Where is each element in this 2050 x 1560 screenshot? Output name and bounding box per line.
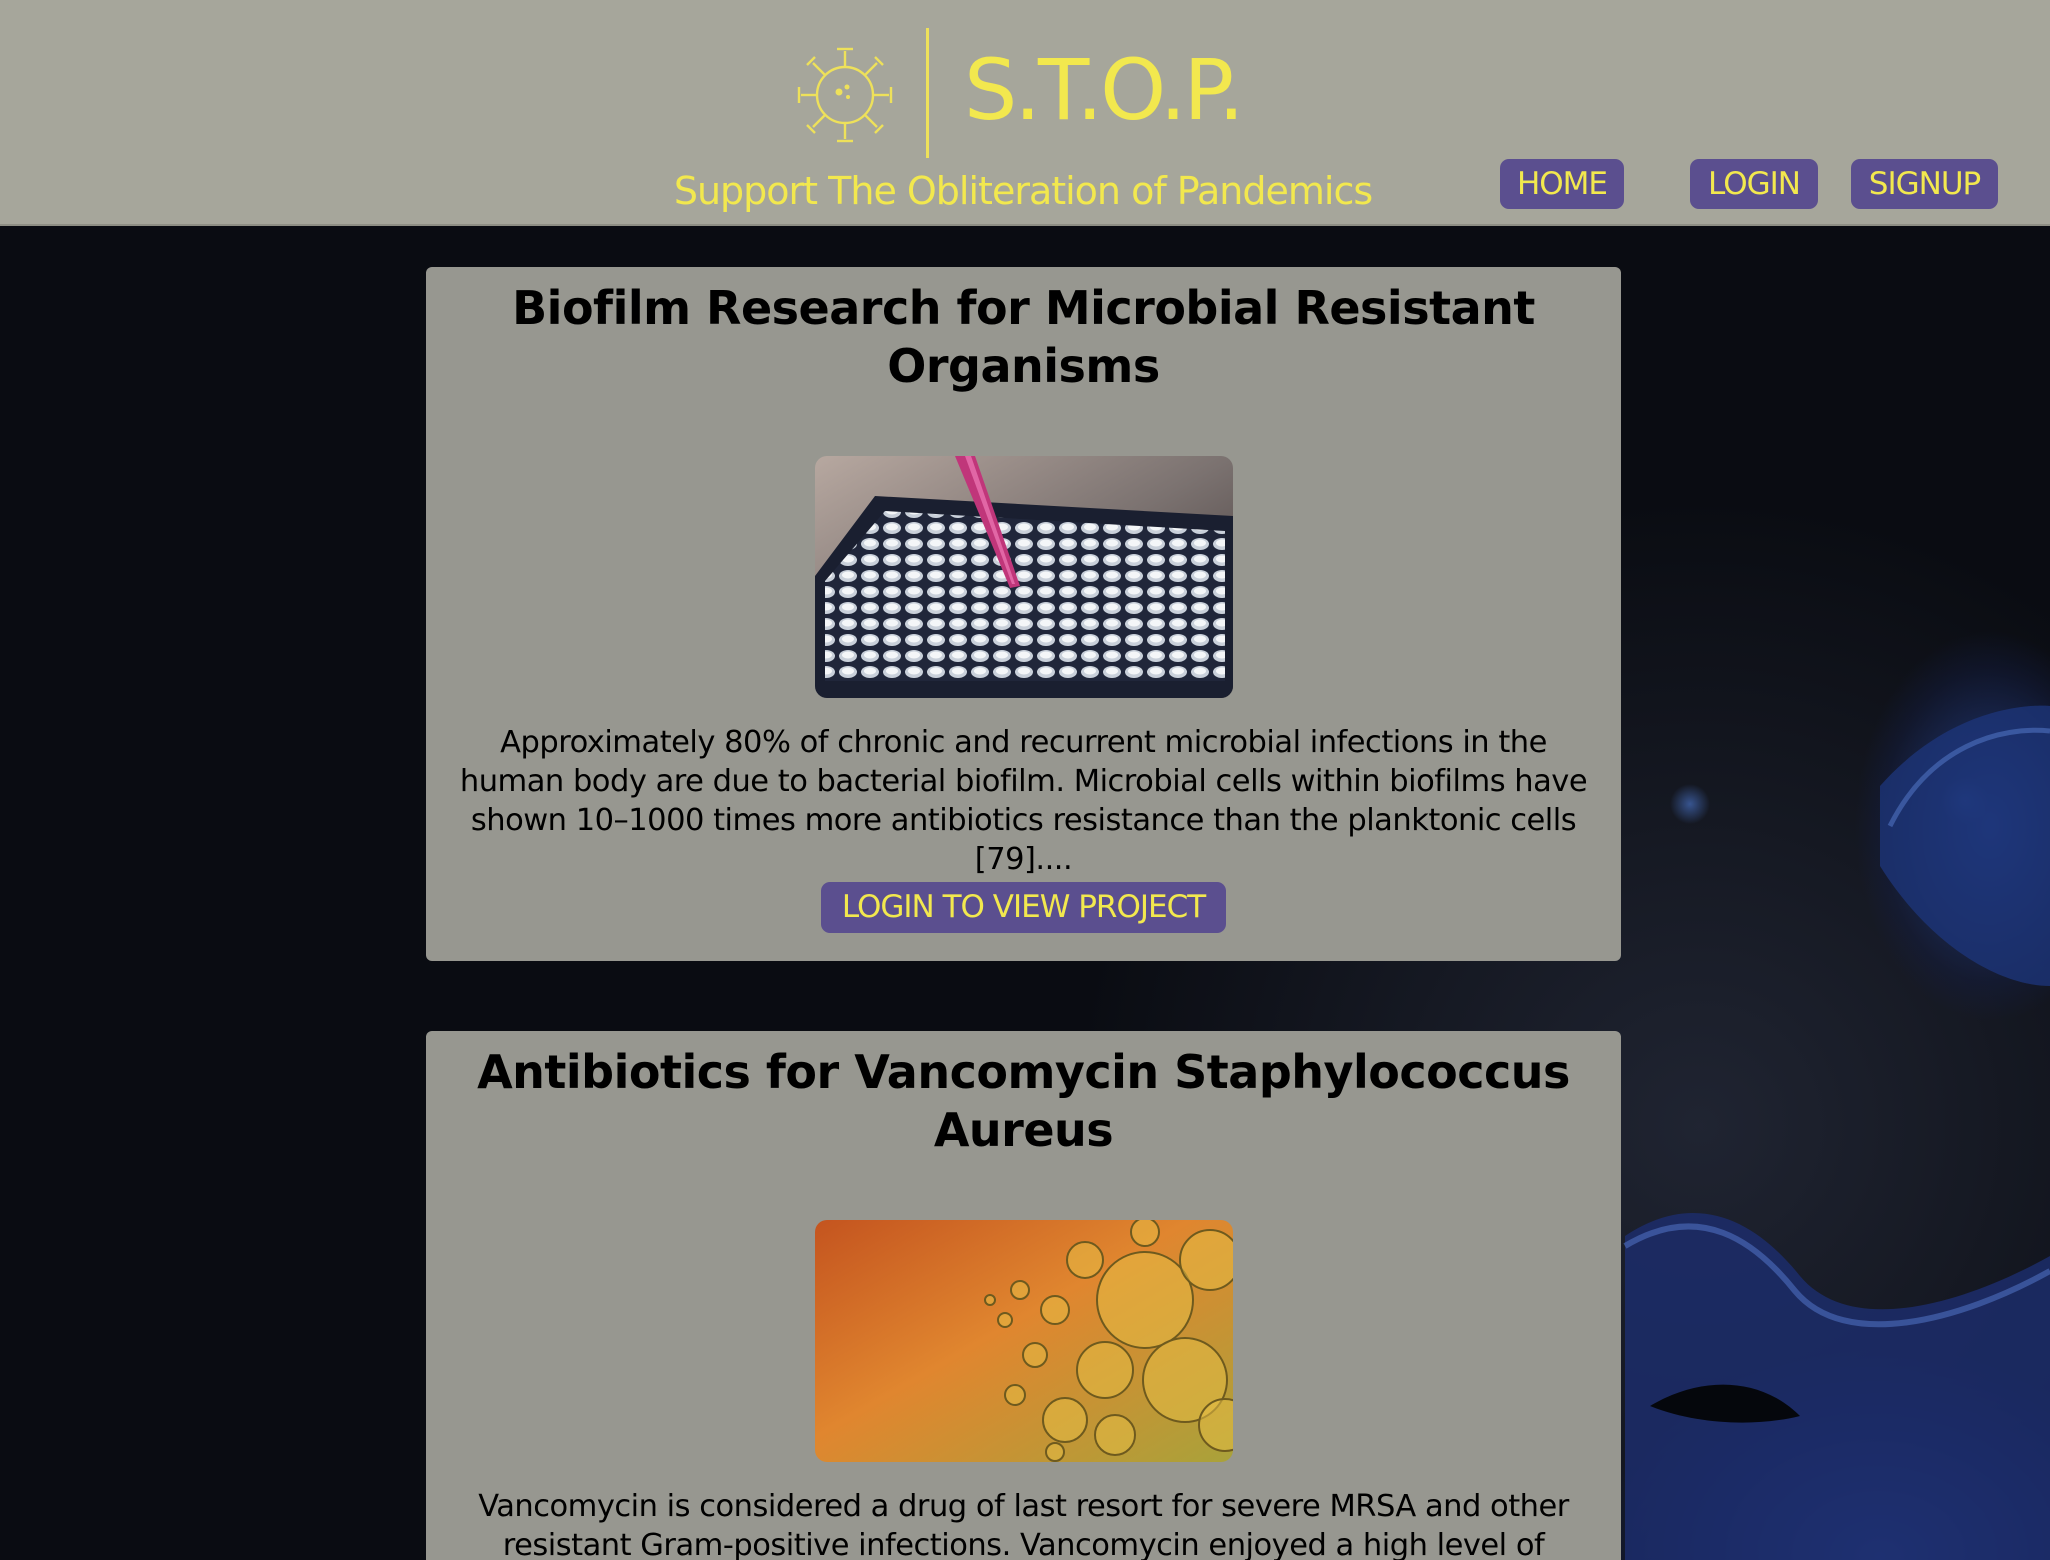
project-description: Approximately 80% of chronic and recurre… — [459, 725, 1588, 877]
project-card: Biofilm Research for Microbial Resistant… — [426, 267, 1621, 961]
well-plate-pipette-photo — [815, 456, 1233, 698]
home-button[interactable]: HOME — [1500, 159, 1624, 209]
signup-button[interactable]: SIGNUP — [1851, 159, 1998, 209]
project-description: Vancomycin is considered a drug of last … — [478, 1489, 1569, 1560]
virus-icon[interactable] — [792, 42, 898, 148]
brand-name[interactable]: S.T.O.P. — [964, 40, 1245, 140]
tagline: Support The Obliteration of Pandemics — [673, 169, 1373, 213]
logo-divider — [926, 28, 929, 158]
project-title: Biofilm Research for Microbial Resistant… — [512, 281, 1535, 393]
site-header: S.T.O.P. Support The Obliteration of Pan… — [0, 0, 2050, 226]
login-to-view-project-button[interactable]: LOGIN TO VIEW PROJECT — [821, 882, 1226, 933]
project-title: Antibiotics for Vancomycin Staphylococcu… — [477, 1045, 1570, 1157]
login-button[interactable]: LOGIN — [1690, 159, 1818, 209]
orange-bubbles-microscopy-photo — [815, 1220, 1233, 1462]
project-card: Antibiotics for Vancomycin Staphylococcu… — [426, 1031, 1621, 1560]
